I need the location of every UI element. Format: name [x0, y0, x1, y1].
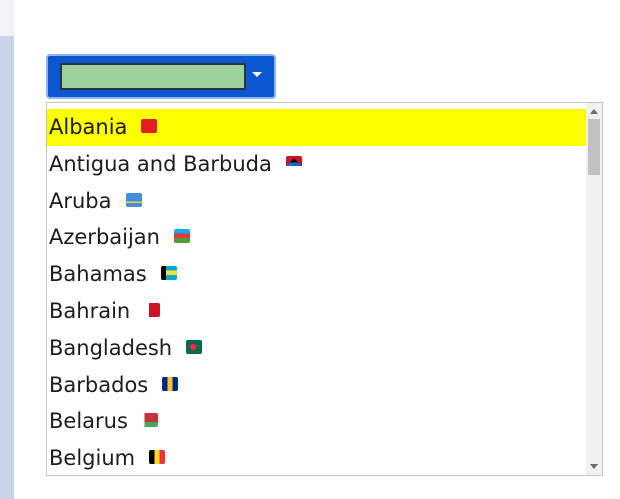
option-belarus[interactable]: Belarus	[47, 403, 587, 440]
option-label: Belgium	[49, 446, 136, 471]
scroll-up-arrow-icon[interactable]	[590, 109, 598, 114]
albania-flag-icon	[141, 119, 158, 133]
scrollbar[interactable]	[586, 103, 602, 475]
option-aruba[interactable]: Aruba	[47, 183, 587, 220]
option-antigua-and-barbuda[interactable]: Antigua and Barbuda	[47, 146, 587, 183]
azerbaijan-flag-icon	[174, 229, 190, 244]
option-label: Albania	[49, 115, 128, 139]
option-barbados[interactable]: Barbados	[47, 367, 587, 404]
belarus-flag-icon	[141, 413, 158, 428]
page-edge-top	[0, 0, 14, 36]
page-edge	[0, 0, 14, 499]
caret-down-icon[interactable]	[252, 72, 262, 77]
option-belgium[interactable]: Belgium	[47, 440, 587, 475]
option-label: Barbados	[49, 372, 149, 397]
country-select[interactable]	[46, 54, 276, 99]
scroll-down-arrow-icon[interactable]	[590, 464, 598, 469]
aruba-flag-icon	[125, 192, 142, 207]
option-bahamas[interactable]: Bahamas	[47, 256, 587, 293]
option-bahrain[interactable]: Bahrain	[47, 293, 587, 330]
bangladesh-flag-icon	[186, 339, 203, 354]
bahamas-flag-icon	[160, 266, 177, 281]
country-dropdown-list[interactable]: Albania Antigua and Barbuda Aruba Azerbaija…	[46, 102, 603, 476]
bahrain-flag-icon	[144, 302, 161, 317]
option-label: Bahrain	[49, 298, 131, 323]
country-select-value[interactable]	[60, 63, 246, 90]
option-label: Bahamas	[49, 262, 147, 287]
option-label: Bangladesh	[49, 335, 173, 360]
option-label: Azerbaijan	[49, 225, 160, 250]
option-label: Antigua and Barbuda	[49, 151, 272, 176]
barbados-flag-icon	[162, 376, 179, 391]
option-azerbaijan[interactable]: Azerbaijan	[47, 219, 587, 256]
antigua-and-barbuda-flag-icon	[285, 155, 302, 170]
option-label: Belarus	[49, 409, 128, 434]
scrollbar-thumb[interactable]	[588, 119, 600, 175]
option-bangladesh[interactable]: Bangladesh	[47, 330, 587, 367]
option-list: Albania Antigua and Barbuda Aruba Azerbaija…	[47, 109, 587, 475]
option-albania[interactable]: Albania	[47, 109, 587, 146]
belgium-flag-icon	[149, 450, 166, 465]
option-label: Aruba	[49, 188, 112, 213]
